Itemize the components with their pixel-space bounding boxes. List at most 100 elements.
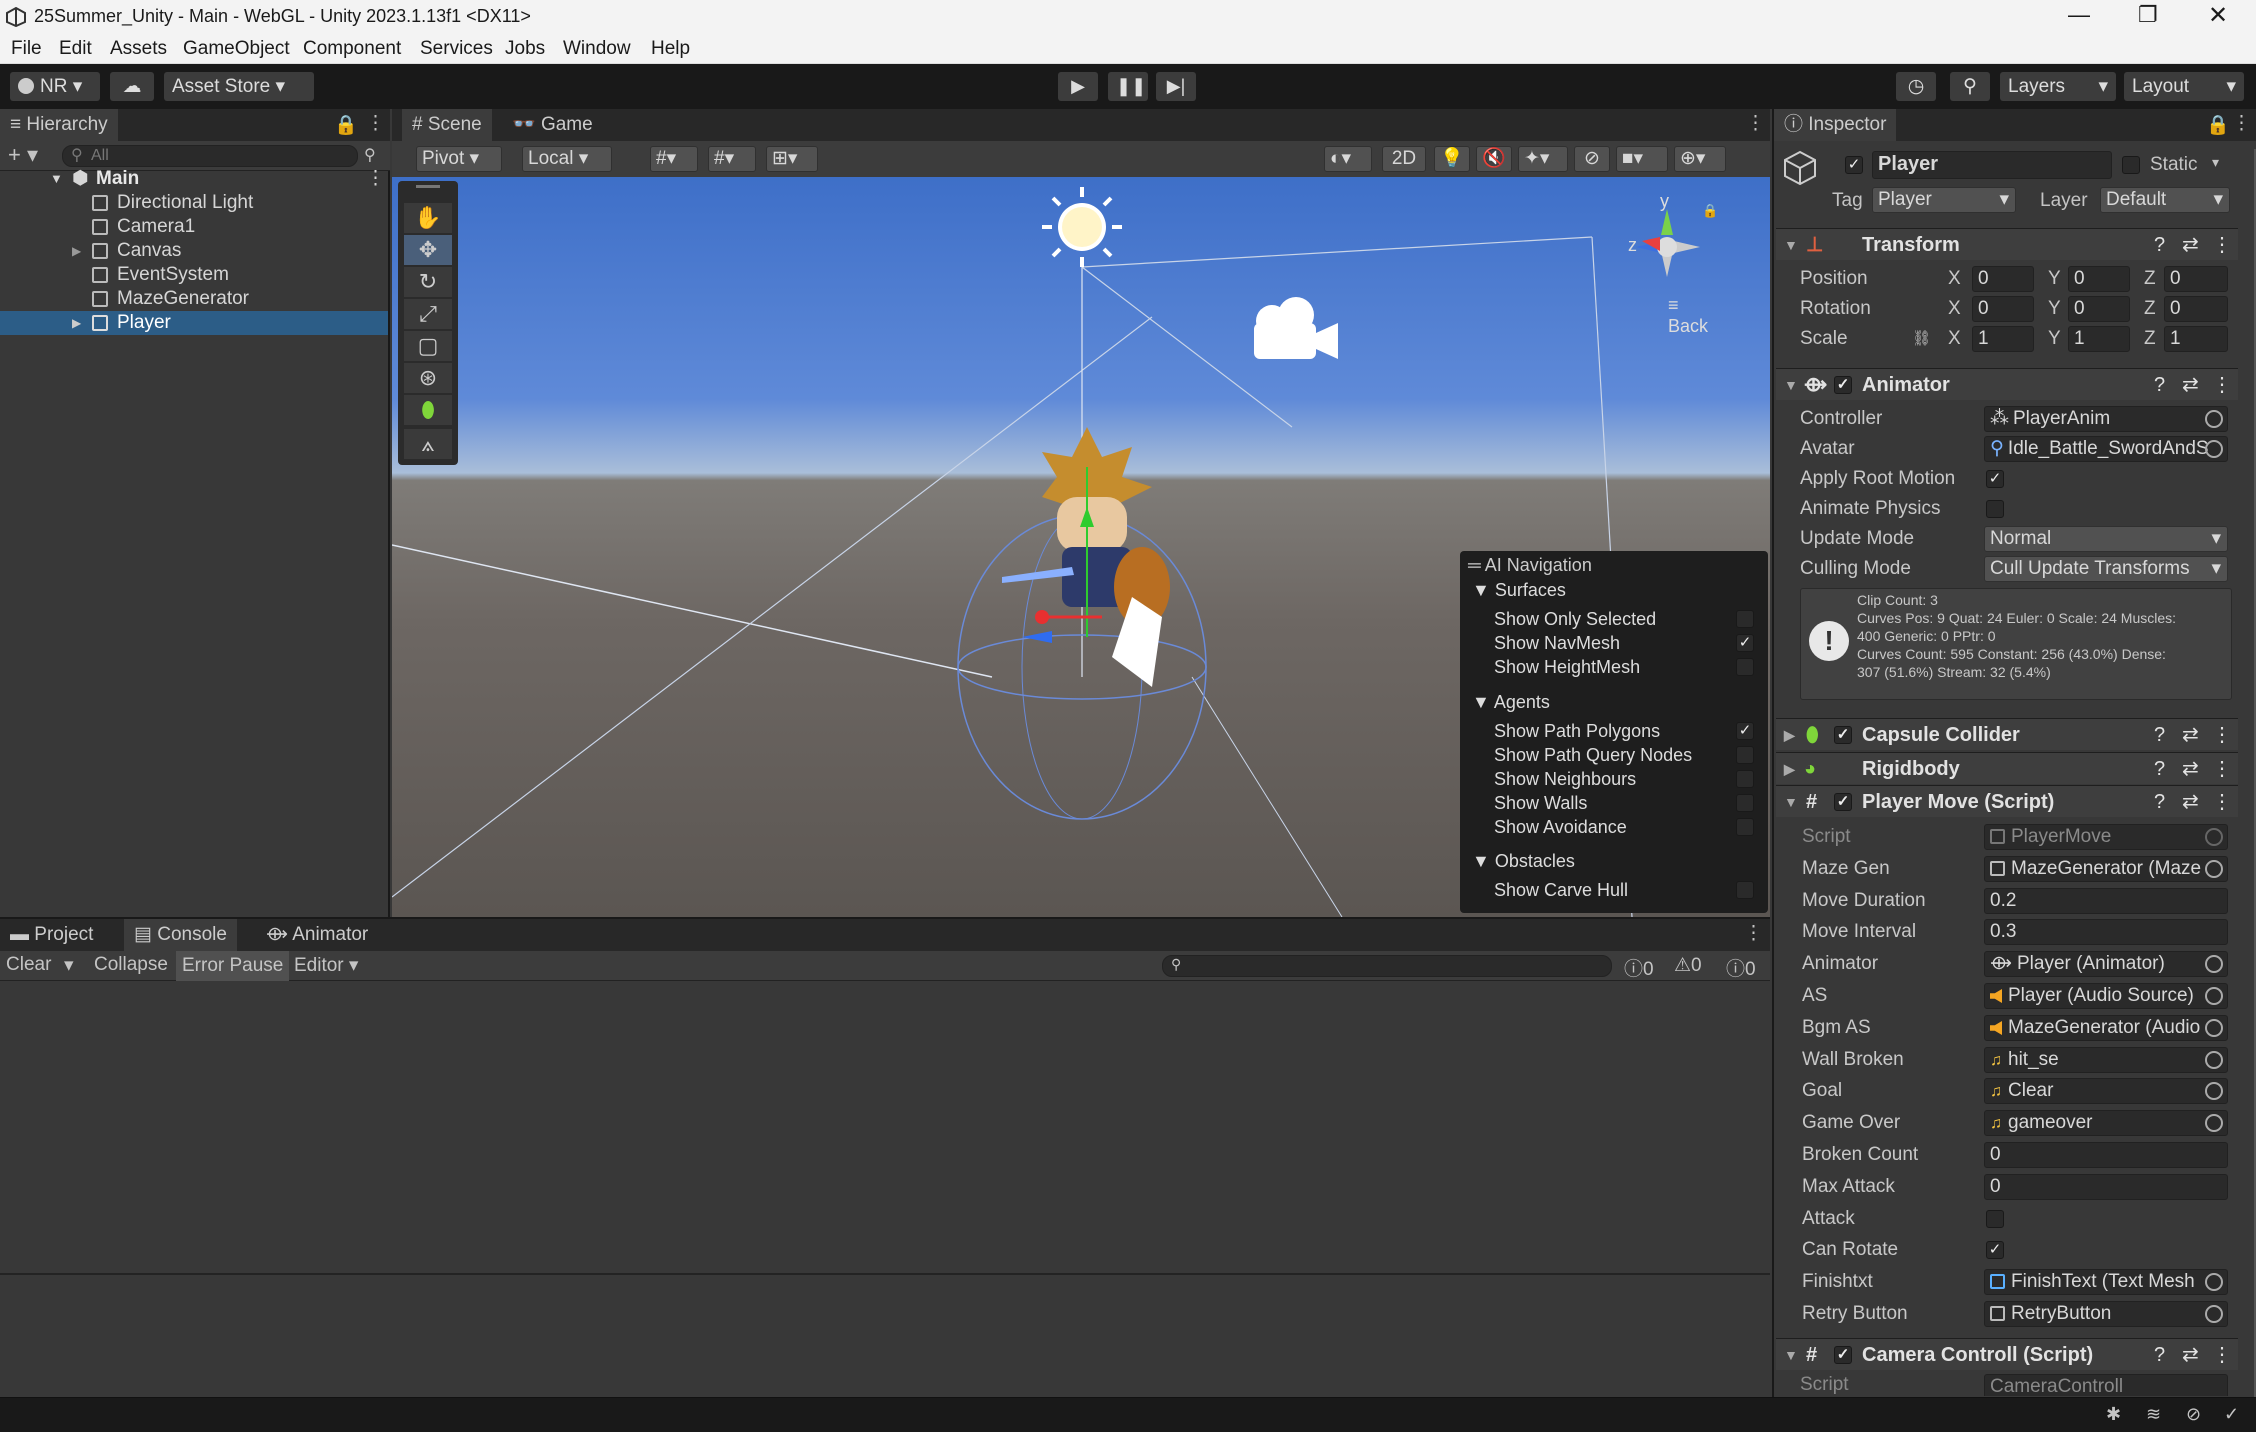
row-value-field[interactable]: 0.2 — [1984, 888, 2228, 914]
tab-project[interactable]: ▬ Project — [0, 919, 103, 951]
ai-nav-row[interactable]: Show HeightMesh — [1494, 655, 1760, 679]
camera-settings-button[interactable]: ■▾ — [1616, 146, 1668, 172]
component-menu-icon[interactable]: ⋮ — [2212, 229, 2232, 261]
ai-nav-checkbox[interactable] — [1736, 881, 1754, 899]
maximize-button[interactable]: ❐ — [2138, 2, 2158, 28]
scene-menu-icon[interactable]: ⋮ — [366, 167, 385, 191]
scene-row-main[interactable]: ▼ ⬢ Main ⋮ — [0, 167, 388, 191]
overlay-drag-handle[interactable] — [416, 185, 440, 188]
scale-z-field[interactable]: 1 — [2164, 326, 2228, 352]
warning-count[interactable]: ⚠0 — [1674, 954, 1702, 977]
object-picker-icon[interactable] — [2205, 1273, 2223, 1291]
ai-nav-row[interactable]: Show NavMesh ✓ — [1494, 631, 1760, 655]
camera-controll-header[interactable]: ▼ # ✓ Camera Controll (Script) ? ⇄ ⋮ — [1776, 1338, 2238, 1370]
close-button[interactable]: ✕ — [2208, 1, 2228, 30]
animate-physics-checkbox[interactable] — [1986, 500, 2004, 518]
orientation-gizmo[interactable]: y z ≡ Back 🔒 — [1622, 191, 1722, 336]
enabled-checkbox[interactable]: ✓ — [1834, 726, 1852, 744]
play-button[interactable]: ▶ — [1058, 72, 1098, 101]
local-dropdown[interactable]: Local ▾ — [522, 146, 612, 172]
hierarchy-item[interactable]: MazeGenerator — [0, 287, 388, 311]
enabled-checkbox[interactable]: ✓ — [1834, 793, 1852, 811]
search-button[interactable]: ⚲ — [1950, 72, 1990, 101]
editor-dropdown[interactable]: Editor ▾ — [294, 954, 358, 977]
player-character[interactable] — [1002, 427, 1172, 697]
row-value-field[interactable]: Player (Audio Source) — [1984, 983, 2228, 1009]
position-y-field[interactable]: 0 — [2068, 266, 2130, 292]
scale-y-field[interactable]: 1 — [2068, 326, 2130, 352]
menu-file[interactable]: File — [11, 38, 42, 60]
layer-dropdown[interactable]: Default ▾ — [2100, 187, 2230, 213]
object-picker-icon[interactable] — [2205, 1051, 2223, 1069]
ai-nav-checkbox[interactable] — [1736, 746, 1754, 764]
cache-icon[interactable]: ⊘ — [2186, 1404, 2201, 1425]
enabled-checkbox[interactable]: ✓ — [1834, 376, 1852, 394]
kebab-menu-icon[interactable]: ⋮ — [2232, 112, 2251, 135]
ai-nav-section-obstacles[interactable]: ▼ Obstacles — [1472, 849, 1738, 873]
console-menu-icon[interactable]: ⋮ — [1744, 922, 1763, 945]
help-icon[interactable]: ? — [2154, 786, 2165, 818]
preset-icon[interactable]: ⇄ — [2182, 753, 2199, 785]
ai-nav-checkbox-checked[interactable]: ✓ — [1736, 634, 1754, 652]
clear-options-dropdown[interactable]: ▾ — [64, 954, 74, 977]
scene-search-icon[interactable]: ⚲ — [364, 145, 376, 165]
rigidbody-header[interactable]: ▶ ◕ Rigidbody ? ⇄ ⋮ — [1776, 752, 2238, 784]
scale-tool-button[interactable]: ⤢ — [404, 299, 452, 329]
ai-nav-section-surfaces[interactable]: ▼ Surfaces — [1472, 578, 1738, 602]
ai-nav-row[interactable]: Show Path Query Nodes — [1494, 743, 1760, 767]
tag-dropdown[interactable]: Player ▾ — [1872, 187, 2016, 213]
preset-icon[interactable]: ⇄ — [2182, 786, 2199, 818]
enabled-checkbox[interactable]: ✓ — [1834, 1346, 1852, 1364]
console-search-input[interactable]: ⚲ — [1162, 955, 1612, 977]
help-icon[interactable]: ? — [2154, 229, 2165, 261]
rotation-z-field[interactable]: 0 — [2164, 296, 2228, 322]
hierarchy-search-input[interactable]: ⚲ All — [62, 145, 358, 167]
component-menu-icon[interactable]: ⋮ — [2212, 1339, 2232, 1371]
position-z-field[interactable]: 0 — [2164, 266, 2228, 292]
component-menu-icon[interactable]: ⋮ — [2212, 753, 2232, 785]
tab-console[interactable]: ▤ Console — [124, 919, 237, 951]
static-dropdown-icon[interactable]: ▾ — [2212, 154, 2219, 171]
menu-edit[interactable]: Edit — [59, 38, 92, 60]
preset-icon[interactable]: ⇄ — [2182, 719, 2199, 751]
grid-snap-button[interactable]: #▾ — [650, 146, 698, 172]
ai-nav-row[interactable]: Show Path Polygons ✓ — [1494, 719, 1760, 743]
minimize-button[interactable]: — — [2068, 2, 2090, 28]
scale-x-field[interactable]: 1 — [1972, 326, 2034, 352]
transform-tool-button[interactable]: ⊛ — [404, 363, 452, 393]
lock-icon[interactable]: 🔒 — [334, 113, 358, 137]
object-name-field[interactable]: Player — [1872, 151, 2112, 179]
draw-mode-button[interactable]: ◐▾ — [1324, 146, 1372, 172]
object-picker-icon[interactable] — [2205, 1114, 2223, 1132]
help-icon[interactable]: ? — [2154, 1339, 2165, 1371]
gizmo-back-label[interactable]: ≡ Back — [1668, 295, 1722, 337]
row-checkbox[interactable] — [1986, 1210, 2004, 1228]
menu-gameobject[interactable]: GameObject — [183, 38, 290, 60]
kebab-menu-icon[interactable]: ⋮ — [366, 112, 385, 135]
tab-inspector[interactable]: ⓘ Inspector — [1774, 109, 1897, 141]
transform-header[interactable]: ▼ ⊥ Transform ? ⇄ ⋮ — [1776, 228, 2238, 260]
hidden-objects-toggle[interactable]: ⊘ — [1574, 146, 1610, 172]
ai-navigation-title[interactable]: ═ AI Navigation — [1468, 555, 1592, 576]
help-icon[interactable]: ? — [2154, 369, 2165, 401]
ai-nav-row[interactable]: Show Avoidance — [1494, 815, 1760, 839]
error-count[interactable]: ⓘ0 — [1726, 954, 1756, 981]
collapse-button[interactable]: Collapse — [94, 954, 168, 976]
menu-component[interactable]: Component — [303, 38, 401, 60]
object-picker-icon[interactable] — [2205, 955, 2223, 973]
object-picker-icon[interactable] — [2205, 1305, 2223, 1323]
component-menu-icon[interactable]: ⋮ — [2212, 369, 2232, 401]
layout-dropdown[interactable]: Layout ▾ — [2124, 72, 2244, 101]
hierarchy-item-selected[interactable]: ▶ Player — [0, 311, 388, 335]
row-value-field[interactable]: RetryButton — [1984, 1301, 2228, 1327]
snap-increment-button[interactable]: ⊞▾ — [766, 146, 818, 172]
ai-nav-checkbox[interactable] — [1736, 658, 1754, 676]
bug-icon[interactable]: ✱ — [2106, 1404, 2121, 1425]
collider-tool-button[interactable]: ⬮ — [404, 395, 452, 425]
row-value-field[interactable]: ♫ Clear — [1984, 1078, 2228, 1104]
update-mode-dropdown[interactable]: Normal ▾ — [1984, 526, 2228, 552]
animator-header[interactable]: ▼ ⟴ ✓ Animator ? ⇄ ⋮ — [1776, 368, 2238, 400]
rotation-y-field[interactable]: 0 — [2068, 296, 2130, 322]
ai-nav-checkbox[interactable] — [1736, 770, 1754, 788]
menu-jobs[interactable]: Jobs — [505, 38, 545, 60]
